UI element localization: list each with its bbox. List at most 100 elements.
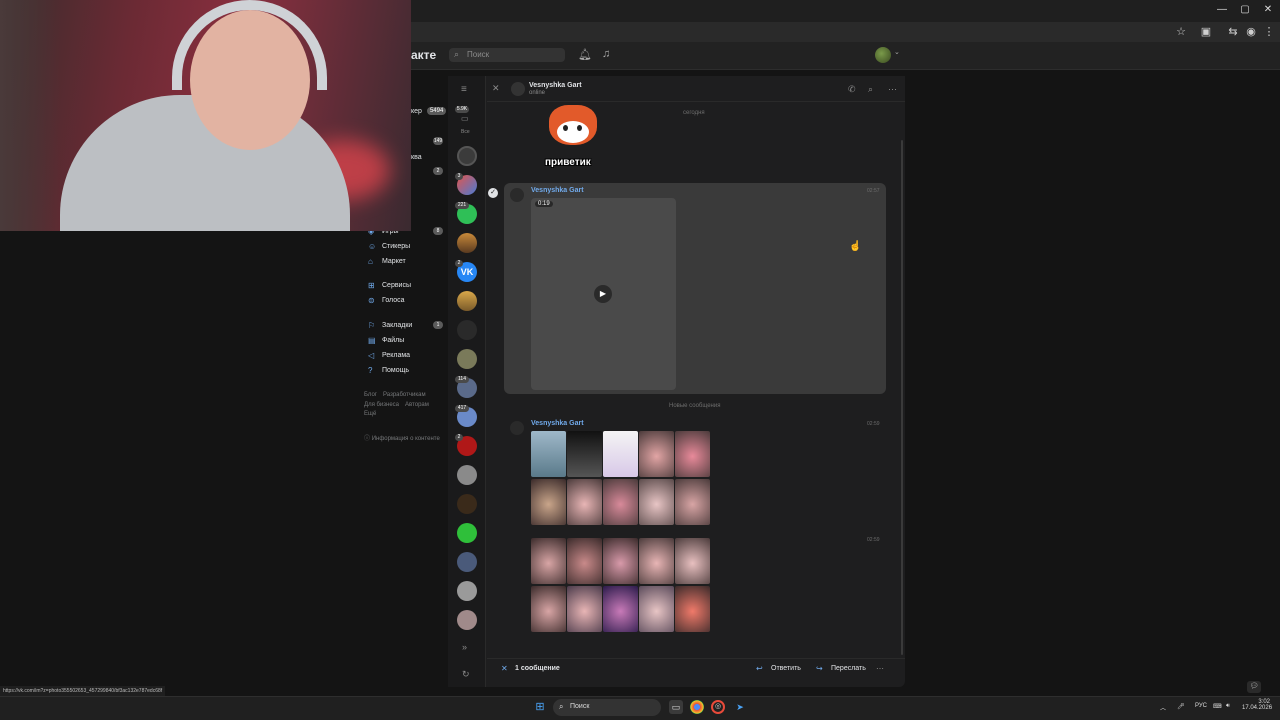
photo-thumbnail[interactable]	[567, 431, 602, 477]
message-author[interactable]: Vesnyshka Gart	[531, 187, 584, 194]
windows-start-icon[interactable]: ⊞	[533, 700, 547, 714]
notification-bubble-icon[interactable]: 💬︎	[1247, 681, 1261, 693]
menu-item-ads[interactable]: ◁ Реклама	[368, 348, 410, 362]
forward-button[interactable]: Переслать	[831, 665, 866, 672]
chat-avatar[interactable]	[457, 465, 477, 485]
vk-logo[interactable]: акте	[411, 48, 436, 62]
photo-thumbnail[interactable]	[531, 586, 566, 632]
chat-avatar[interactable]	[457, 610, 477, 630]
more-icon[interactable]: ⋯	[888, 84, 897, 95]
expand-icon[interactable]: »	[462, 642, 467, 652]
photo-thumbnail[interactable]	[639, 586, 674, 632]
profile-icon[interactable]: ◉	[1244, 25, 1258, 39]
chat-avatar[interactable]	[457, 349, 477, 369]
search-icon[interactable]: ⌕	[868, 84, 873, 95]
photo-thumbnail[interactable]	[603, 431, 638, 477]
chat-avatar[interactable]	[457, 146, 477, 166]
photo-thumbnail[interactable]	[531, 538, 566, 584]
chevron-down-icon[interactable]: ⌄	[894, 48, 900, 56]
reply-button[interactable]: Ответить	[771, 665, 801, 672]
photo-thumbnail[interactable]	[603, 479, 638, 525]
chat-avatar[interactable]	[457, 494, 477, 514]
menu-item-partial-3[interactable]: ква	[411, 150, 422, 164]
chat-avatar[interactable]	[457, 523, 477, 543]
check-icon[interactable]: ✓	[488, 188, 498, 198]
play-icon[interactable]: ▶	[594, 285, 612, 303]
network-icon[interactable]: ⌨	[1213, 703, 1222, 710]
menu-item-votes[interactable]: ⊜ Голоса	[368, 293, 405, 307]
volume-icon[interactable]: 🔊︎	[1226, 703, 1230, 710]
taskbar-search[interactable]: ⌕ Поиск	[553, 699, 661, 716]
extensions-icon[interactable]: ▣	[1199, 25, 1213, 39]
minimize-button[interactable]: —	[1215, 4, 1229, 16]
menu-item-services[interactable]: ⊞ Сервисы	[368, 278, 411, 292]
footer-business[interactable]: Для бизнеса	[364, 402, 399, 408]
notifications-icon[interactable]: 🔔︎	[578, 48, 592, 61]
tabs-icon[interactable]: ⇆	[1226, 25, 1240, 39]
photo-thumbnail[interactable]	[639, 538, 674, 584]
photo-thumbnail[interactable]	[639, 431, 674, 477]
music-icon[interactable]: ♫	[602, 48, 610, 60]
photo-thumbnail[interactable]	[531, 479, 566, 525]
content-info-link[interactable]: ⓘ Информация о контенте	[364, 433, 440, 442]
menu-item-stickers[interactable]: ☺ Стикеры	[368, 239, 410, 253]
tray-lang[interactable]: РУС	[1195, 703, 1207, 709]
tray-chevron-icon[interactable]: ︿	[1160, 703, 1166, 712]
photo-thumbnail[interactable]	[675, 479, 710, 525]
footer-authors[interactable]: Авторам	[405, 402, 429, 408]
task-view-icon[interactable]: ▭	[669, 700, 683, 714]
footer-blog[interactable]: Блог	[364, 392, 377, 398]
photo-thumbnail[interactable]	[603, 538, 638, 584]
author-avatar[interactable]	[510, 421, 524, 435]
close-icon[interactable]: ✕	[492, 83, 500, 94]
chat-avatar[interactable]	[457, 320, 477, 340]
app-icon[interactable]: ◎	[711, 700, 725, 714]
chrome-icon[interactable]	[690, 700, 704, 714]
chat-avatar[interactable]	[457, 233, 477, 253]
forward-icon[interactable]: ↪	[816, 664, 823, 673]
compose-icon[interactable]: ↻	[462, 669, 470, 680]
close-window-button[interactable]: ✕	[1261, 4, 1275, 16]
chat-avatar[interactable]	[457, 291, 477, 311]
photo-thumbnail[interactable]	[675, 431, 710, 477]
search-input[interactable]: ⌕ Поиск	[449, 48, 565, 62]
maximize-button[interactable]: ▢	[1238, 4, 1252, 16]
phone-icon[interactable]: ✆	[848, 84, 856, 95]
photo-thumbnail[interactable]	[675, 586, 710, 632]
hamburger-icon[interactable]: ≡	[461, 84, 467, 95]
photo-thumbnail[interactable]	[531, 431, 566, 477]
all-chats-icon[interactable]: ▭	[461, 114, 469, 123]
message-author[interactable]: Vesnyshka Gart	[531, 420, 584, 427]
photo-thumbnail[interactable]	[603, 586, 638, 632]
photo-thumbnail[interactable]	[567, 586, 602, 632]
tray-clock[interactable]: 3:02 17.04.2026	[1242, 699, 1272, 711]
menu-icon[interactable]: ⋮	[1262, 25, 1276, 39]
star-icon[interactable]: ☆	[1174, 25, 1188, 39]
photo-thumbnail[interactable]	[567, 479, 602, 525]
mic-icon[interactable]: 🎤︎	[1177, 703, 1185, 710]
photo-thumbnail[interactable]	[567, 538, 602, 584]
chat-avatar[interactable]	[457, 552, 477, 572]
author-avatar[interactable]	[510, 188, 524, 202]
menu-item-bookmarks[interactable]: ⚐ Закладки	[368, 318, 412, 332]
footer-more[interactable]: Ещё	[364, 411, 376, 417]
clear-selection-icon[interactable]: ✕	[501, 664, 508, 673]
footer-developers[interactable]: Разработчикам	[383, 392, 426, 398]
reply-icon[interactable]: ↩	[756, 664, 763, 673]
photo-thumbnail[interactable]	[675, 538, 710, 584]
chat-avatar-header[interactable]	[511, 82, 525, 96]
info-icon: ⓘ	[364, 436, 371, 442]
menu-item-partial-1[interactable]: кер 5494	[411, 104, 447, 118]
chat-scrollbar[interactable]	[901, 140, 903, 655]
chat-name[interactable]: Vesnyshka Gart	[529, 82, 582, 89]
telegram-icon[interactable]: ➤	[733, 700, 747, 714]
menu-item-market[interactable]: ⌂ Маркет	[368, 254, 406, 268]
more-actions-icon[interactable]: ⋯	[876, 664, 884, 673]
chat-count-badge: 417	[455, 405, 469, 412]
chat-avatar[interactable]	[457, 581, 477, 601]
menu-item-help[interactable]: ? Помощь	[368, 363, 409, 377]
photo-thumbnail[interactable]	[639, 479, 674, 525]
menu-item-files[interactable]: ▤ Файлы	[368, 333, 404, 347]
user-avatar[interactable]	[875, 47, 891, 63]
fox-sticker[interactable]: приветик	[543, 103, 603, 175]
